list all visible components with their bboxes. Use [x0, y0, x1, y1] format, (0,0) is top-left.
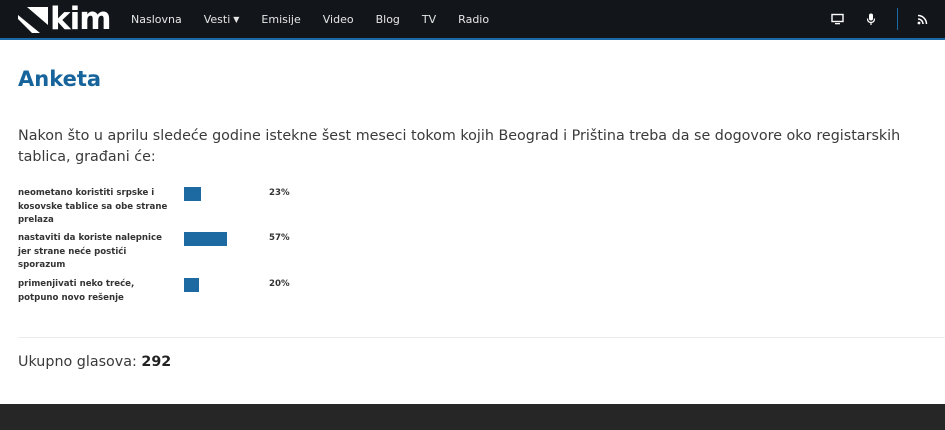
main-nav: Naslovna Vesti ▼ Emisije Video Blog TV Ra… [131, 0, 511, 38]
tv-icon[interactable] [829, 11, 845, 27]
page-title: Anketa [18, 67, 102, 91]
nav-item-vesti[interactable]: Vesti ▼ [204, 13, 240, 26]
poll-option-label: nastaviti da koriste nalepnice jer stran… [18, 233, 162, 270]
logo-text: kim [50, 0, 112, 37]
poll-question: Nakon što u aprilu sledeće godine istekn… [18, 128, 901, 165]
poll-bar-track [184, 232, 259, 246]
poll-bar [184, 187, 201, 201]
poll-option-label: neometano koristiti srpske i kosovske ta… [18, 188, 168, 225]
nav-item-vesti-label: Vesti [203, 12, 231, 26]
poll-option-percent: 20% [269, 279, 290, 289]
poll-bar [184, 278, 199, 292]
page-footer [0, 404, 945, 430]
total-votes-value: 292 [141, 354, 172, 370]
nav-item-emisije[interactable]: Emisije [261, 13, 300, 26]
header-actions [829, 0, 945, 38]
nav-item-blog[interactable]: Blog [376, 13, 400, 26]
poll-bar-track [184, 187, 259, 201]
total-votes: Ukupno glasova: 292 [18, 354, 171, 370]
content-divider [18, 337, 945, 338]
nav-item-tv[interactable]: TV [422, 13, 436, 26]
microphone-icon[interactable] [863, 11, 879, 27]
poll-bar [184, 232, 227, 246]
poll-option-percent: 23% [269, 188, 290, 198]
nav-item-naslovna[interactable]: Naslovna [131, 13, 182, 26]
site-logo[interactable]: kim [18, 0, 112, 37]
header-divider [897, 8, 898, 30]
poll-bar-track [184, 278, 259, 292]
logo-mark-icon [18, 7, 48, 33]
nav-item-radio[interactable]: Radio [458, 13, 489, 26]
caret-down-icon: ▼ [233, 14, 240, 24]
top-navbar: kim Naslovna Vesti ▼ Emisije Video Blog T… [0, 0, 945, 40]
rss-icon[interactable] [914, 11, 930, 27]
poll-option-percent: 57% [269, 233, 290, 243]
poll-option-label: primenjivati neko treće, potpuno novo re… [18, 279, 135, 303]
nav-item-video[interactable]: Video [323, 13, 354, 26]
total-votes-label: Ukupno glasova: [18, 354, 137, 370]
